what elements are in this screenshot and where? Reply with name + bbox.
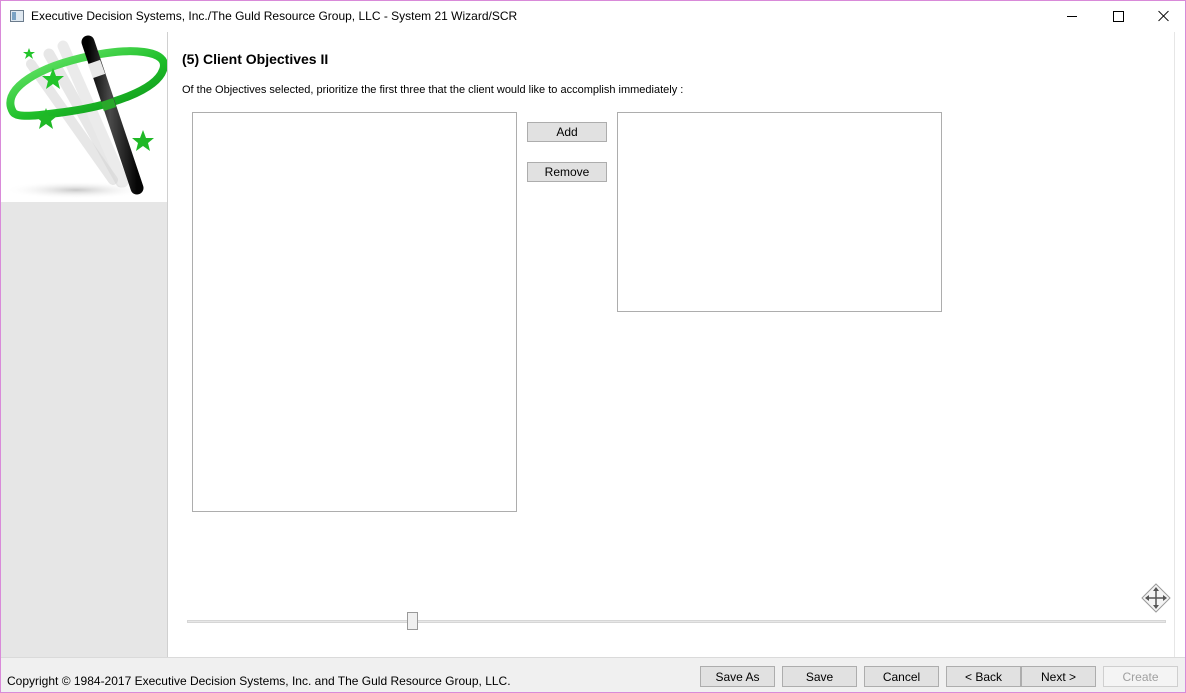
move-arrows-icon[interactable] xyxy=(1140,582,1172,614)
next-button[interactable]: Next > xyxy=(1021,666,1096,687)
wizard-sidebar xyxy=(1,32,168,657)
save-button[interactable]: Save xyxy=(782,666,857,687)
app-window-icon[interactable] xyxy=(10,10,24,22)
app-window: Executive Decision Systems, Inc./The Gul… xyxy=(0,0,1186,693)
magic-wand-icon xyxy=(4,35,168,199)
page-title: (5) Client Objectives II xyxy=(182,51,329,67)
minimize-button[interactable] xyxy=(1049,1,1095,31)
close-icon xyxy=(1158,10,1170,22)
instructions-text: Of the Objectives selected, prioritize t… xyxy=(182,84,684,96)
slider-track[interactable] xyxy=(187,620,1166,623)
title-bar[interactable]: Executive Decision Systems, Inc./The Gul… xyxy=(1,1,1185,31)
window-title: Executive Decision Systems, Inc./The Gul… xyxy=(31,9,518,23)
copyright-text: Copyright © 1984-2017 Executive Decision… xyxy=(7,674,511,688)
close-button[interactable] xyxy=(1141,1,1185,31)
slider-thumb[interactable] xyxy=(407,612,418,630)
right-panel-edge xyxy=(1174,32,1185,657)
create-button[interactable]: Create xyxy=(1103,666,1178,687)
back-button[interactable]: < Back xyxy=(946,666,1021,687)
footer-bar: Copyright © 1984-2017 Executive Decision… xyxy=(1,657,1185,692)
cancel-button[interactable]: Cancel xyxy=(864,666,939,687)
remove-button[interactable]: Remove xyxy=(527,162,607,182)
add-button[interactable]: Add xyxy=(527,122,607,142)
minimize-icon xyxy=(1067,15,1077,17)
maximize-button[interactable] xyxy=(1095,1,1141,31)
magic-wand-logo xyxy=(1,32,168,202)
maximize-icon xyxy=(1112,10,1124,22)
available-objectives-list[interactable] xyxy=(192,112,517,512)
save-as-button[interactable]: Save As xyxy=(700,666,775,687)
wizard-content: (5) Client Objectives II Of the Objectiv… xyxy=(168,32,1174,657)
prioritized-objectives-list[interactable] xyxy=(617,112,942,312)
